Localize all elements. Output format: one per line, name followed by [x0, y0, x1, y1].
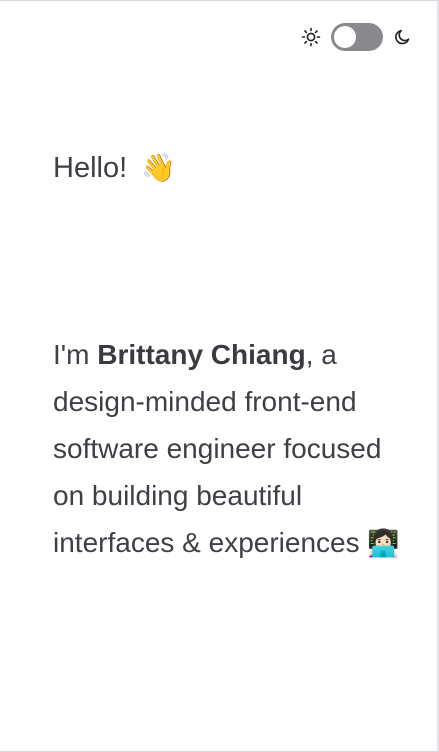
greeting-heading: Hello! 👋	[53, 148, 176, 188]
technologist-icon: 👩🏻‍💻	[367, 528, 400, 558]
intro-paragraph: I'm Brittany Chiang, a design-minded fro…	[53, 331, 403, 567]
sun-icon	[301, 27, 321, 47]
dark-mode-switch[interactable]	[331, 23, 383, 51]
intro-prefix: I'm	[53, 339, 98, 370]
author-name: Brittany Chiang	[97, 339, 306, 370]
intro-description: , a design-minded front-end software eng…	[53, 339, 382, 558]
switch-knob	[334, 26, 356, 48]
greeting-text: Hello!	[53, 152, 128, 184]
waving-hand-icon: 👋	[141, 152, 177, 183]
theme-toggle	[301, 22, 413, 52]
moon-icon	[393, 27, 413, 47]
